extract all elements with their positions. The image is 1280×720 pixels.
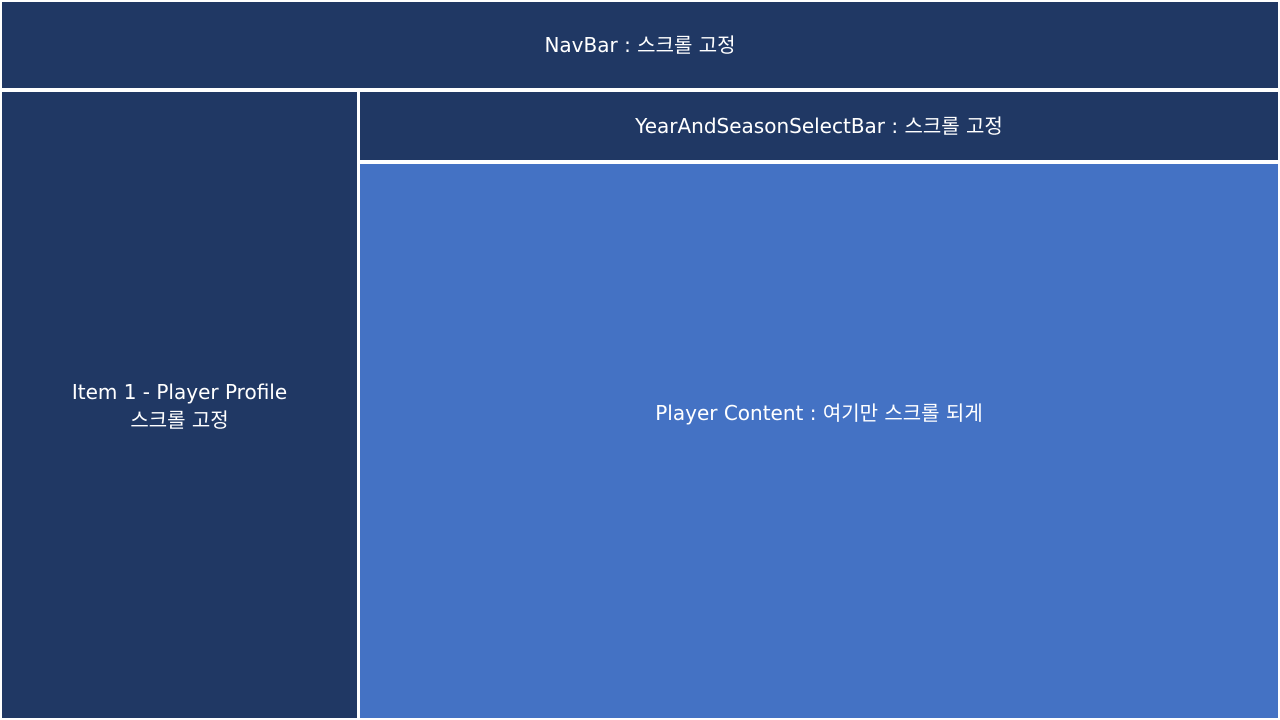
player-profile-note: 스크롤 고정 [130,408,229,432]
player-content-label: Player Content : 여기만 스크롤 되게 [655,401,983,425]
year-season-select-bar-block: YearAndSeasonSelectBar : 스크롤 고정 [360,92,1278,160]
player-profile-title: Item 1 - Player Profile [71,380,288,404]
navbar-label: NavBar : 스크롤 고정 [544,33,736,57]
player-profile-block: Item 1 - Player Profile 스크롤 고정 [2,92,357,718]
navbar-block: NavBar : 스크롤 고정 [2,2,1278,88]
player-content-block: Player Content : 여기만 스크롤 되게 [360,164,1278,718]
select-bar-label: YearAndSeasonSelectBar : 스크롤 고정 [635,114,1003,138]
layout-diagram: NavBar : 스크롤 고정 Item 1 - Player Profile … [0,0,1280,720]
